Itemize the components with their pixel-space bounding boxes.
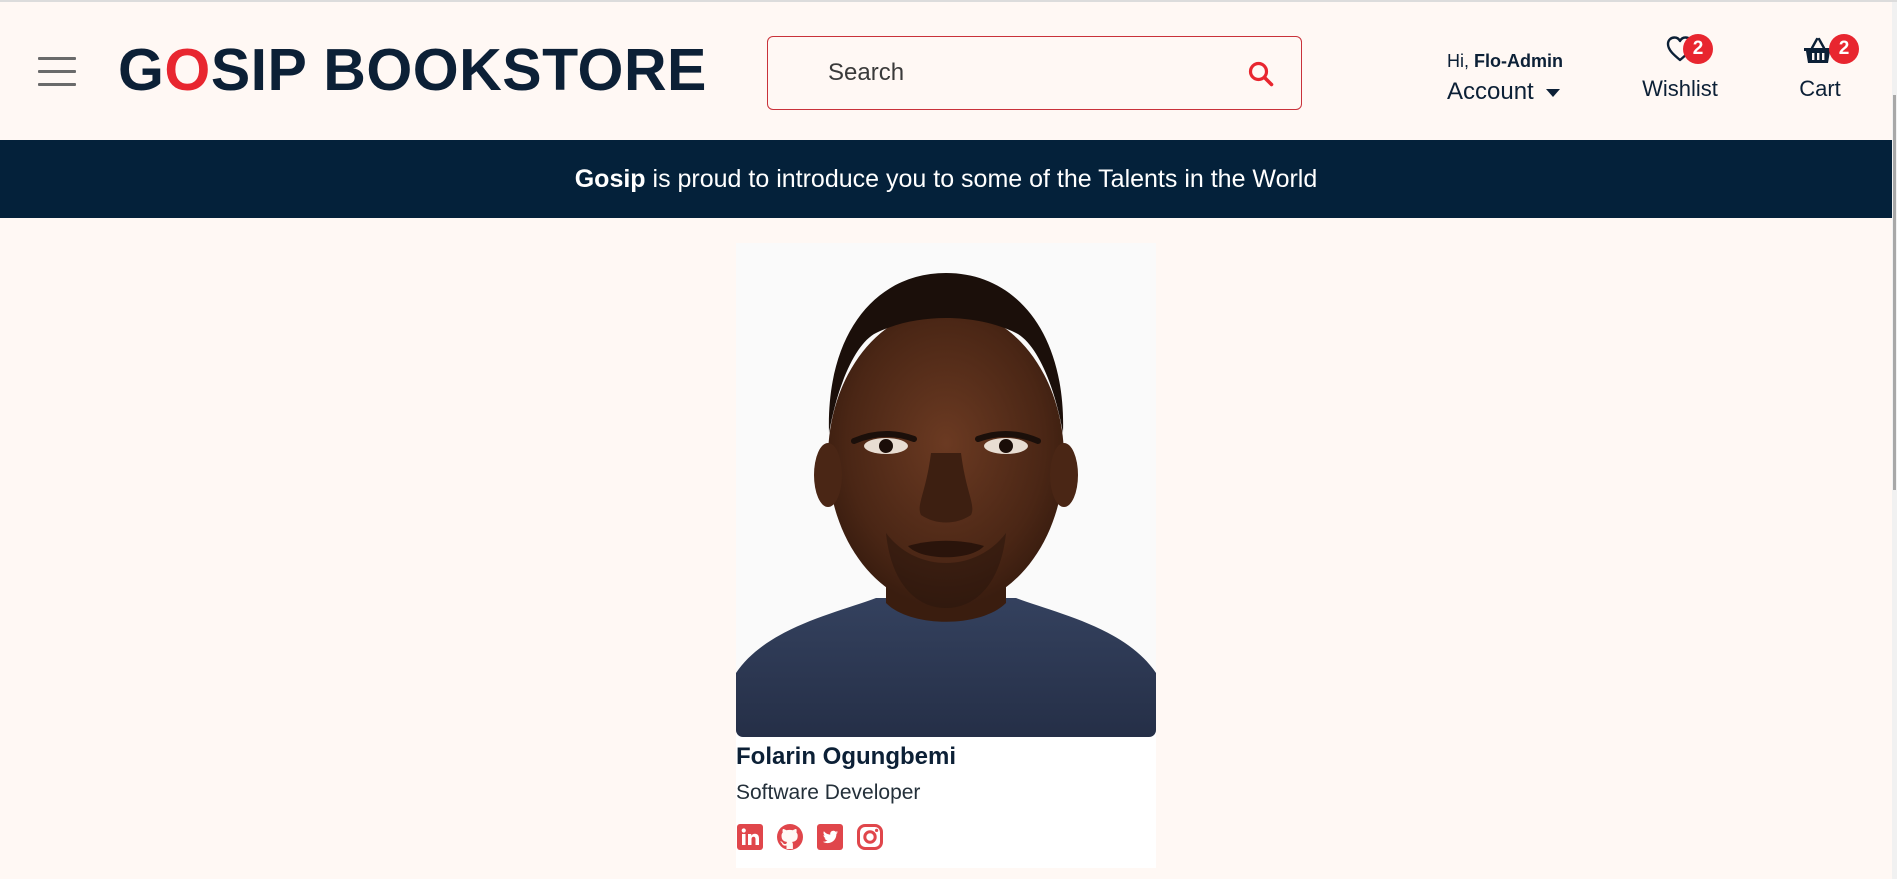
talent-role: Software Developer — [736, 781, 921, 804]
intro-banner: Gosip is proud to introduce you to some … — [0, 140, 1892, 218]
caret-down-icon — [1545, 89, 1560, 97]
linkedin-icon[interactable] — [736, 823, 764, 851]
social-links — [736, 823, 884, 851]
search-box — [767, 36, 1302, 110]
profile-photo — [736, 243, 1156, 737]
talent-name: Folarin Ogungbemi — [736, 743, 956, 770]
account-username: Flo-Admin — [1474, 51, 1563, 71]
talent-card: Folarin Ogungbemi Software Developer — [736, 243, 1156, 868]
account-menu[interactable]: Hi, Flo-Admin Account — [1447, 50, 1563, 107]
site-header: GOSIP BOOKSTORE Hi, Flo-Admin Account 2 … — [0, 2, 1892, 140]
cart-link[interactable]: 2 Cart — [1796, 34, 1859, 102]
wishlist-count-badge: 2 — [1683, 34, 1713, 64]
account-greeting: Hi, Flo-Admin — [1447, 51, 1563, 71]
instagram-icon[interactable] — [856, 823, 884, 851]
site-logo[interactable]: GOSIP BOOKSTORE — [118, 38, 707, 102]
github-icon[interactable] — [776, 823, 804, 851]
twitter-icon[interactable] — [816, 823, 844, 851]
menu-icon[interactable] — [38, 57, 76, 87]
wishlist-link[interactable]: 2 Wishlist — [1640, 34, 1720, 102]
search-icon[interactable] — [1246, 59, 1276, 89]
banner-brand: Gosip — [574, 165, 646, 193]
search-input[interactable] — [828, 55, 1228, 91]
banner-text: is proud to introduce you to some of the… — [645, 165, 1318, 193]
account-label: Account — [1447, 78, 1534, 105]
scrollbar-thumb[interactable] — [1893, 95, 1896, 490]
cart-label: Cart — [1799, 76, 1841, 101]
wishlist-label: Wishlist — [1642, 76, 1718, 101]
account-dropdown[interactable]: Account — [1447, 77, 1563, 107]
cart-count-badge: 2 — [1829, 34, 1859, 64]
